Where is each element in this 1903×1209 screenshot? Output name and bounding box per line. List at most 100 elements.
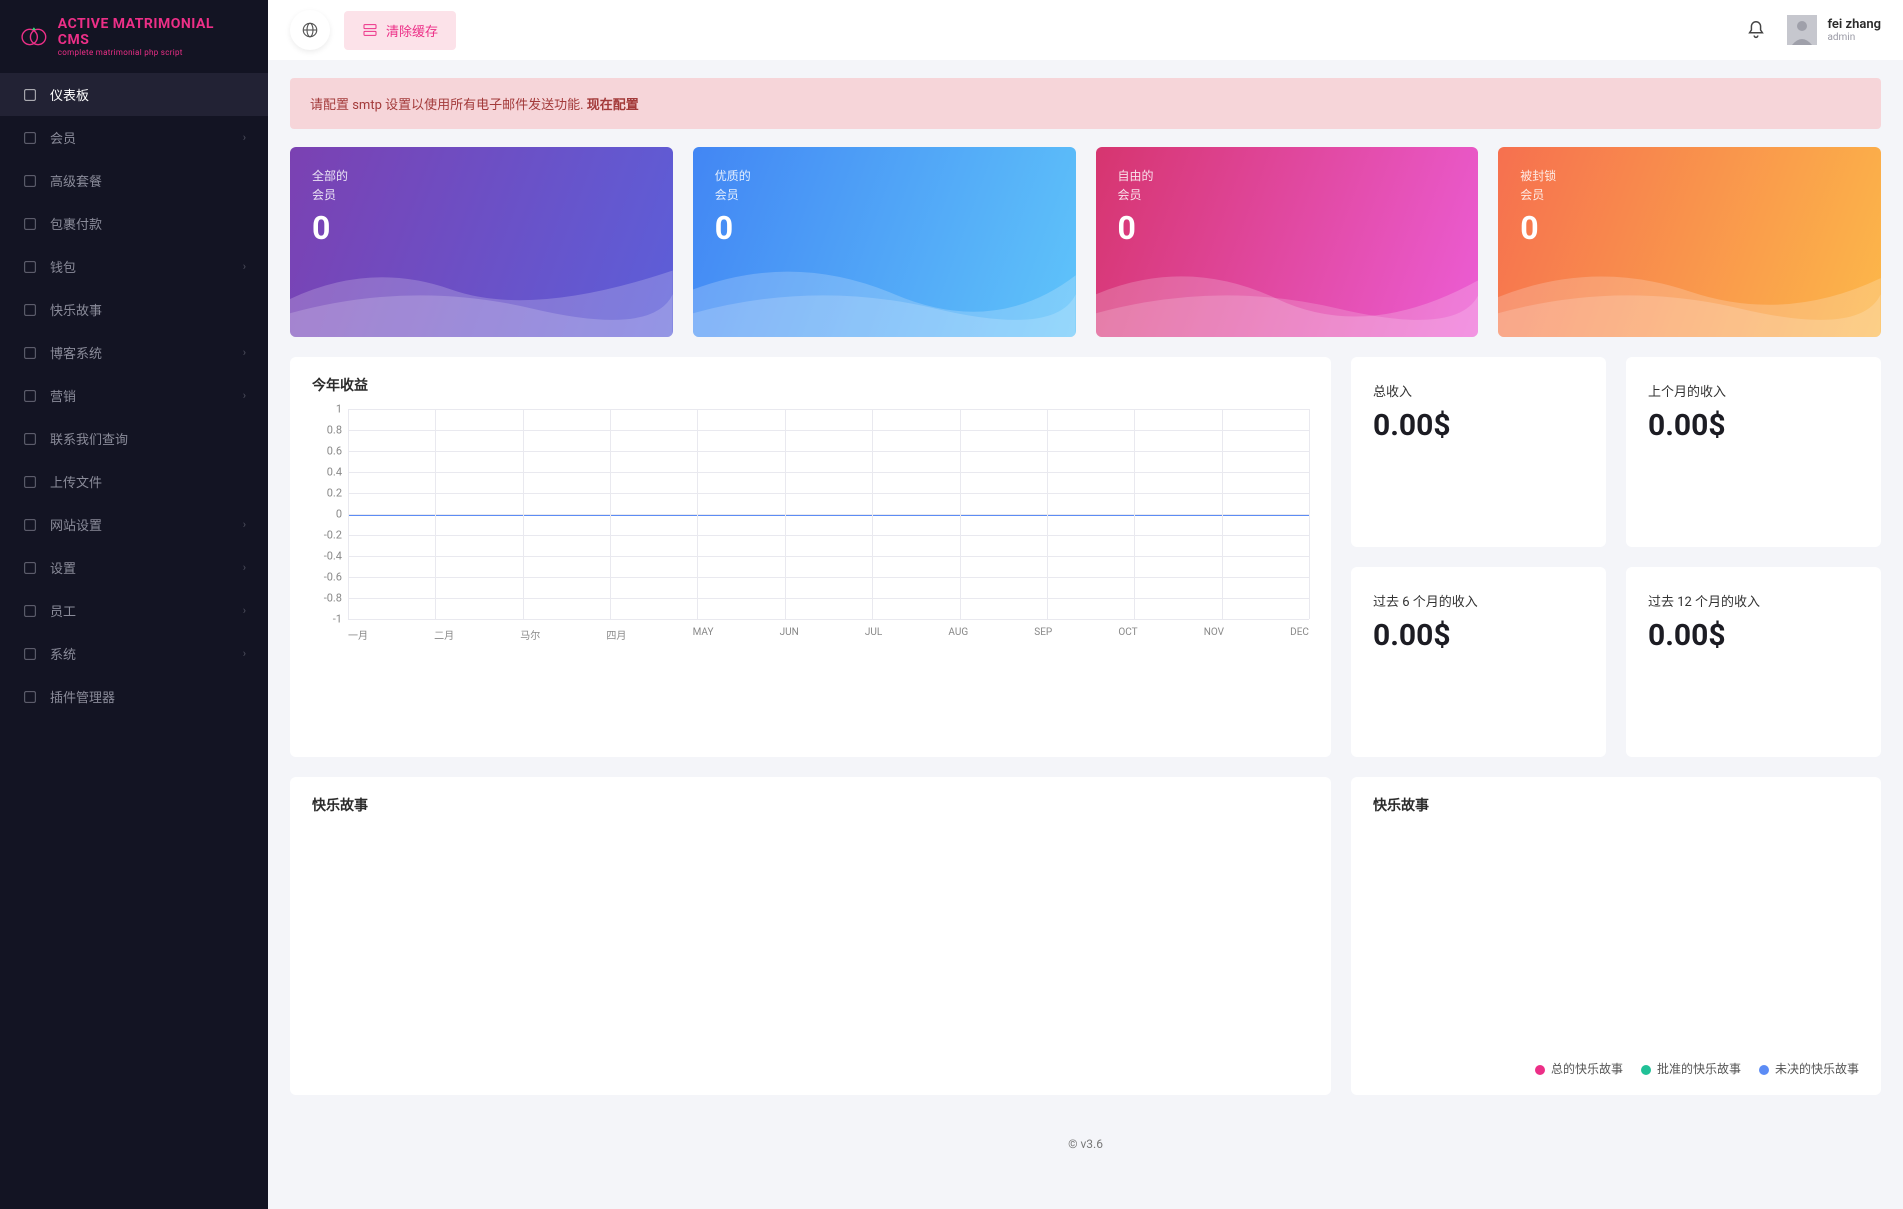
legend-item-0: 总的快乐故事 bbox=[1535, 1060, 1623, 1077]
sidebar-item-0[interactable]: 仪表板 bbox=[0, 73, 268, 116]
pie-panel-title: 快乐故事 bbox=[1373, 795, 1859, 815]
income-title: 总收入 bbox=[1373, 381, 1584, 400]
legend-dot bbox=[1535, 1065, 1545, 1075]
wave-decoration bbox=[1498, 242, 1881, 337]
sidebar-item-7[interactable]: 营销› bbox=[0, 374, 268, 417]
y-tick-label: -1 bbox=[312, 613, 342, 626]
user-name-label: fei zhang bbox=[1827, 17, 1881, 32]
user-menu[interactable]: fei zhang admin bbox=[1787, 15, 1881, 45]
stat-line1: 全部的 bbox=[312, 167, 651, 184]
sidebar-item-5[interactable]: 快乐故事 bbox=[0, 288, 268, 331]
income-panel-1: 上个月的收入0.00$ bbox=[1626, 357, 1881, 547]
x-tick-label: 四月 bbox=[606, 627, 626, 642]
plugin-icon bbox=[22, 689, 38, 705]
stat-card-1[interactable]: 优质的会员0 bbox=[693, 147, 1076, 337]
alert-configure-link[interactable]: 现在配置 bbox=[587, 98, 639, 113]
sidebar-item-12[interactable]: 员工 › bbox=[0, 589, 268, 632]
y-tick-label: 1 bbox=[312, 403, 342, 416]
income-stats-grid: 总收入0.00$上个月的收入0.00$过去 6 个月的收入0.00$过去 12 … bbox=[1351, 357, 1881, 757]
sidebar-item-9[interactable]: 上传文件 bbox=[0, 460, 268, 503]
sidebar-item-label: 上传文件 bbox=[50, 472, 246, 491]
sidebar-item-label: 设置 bbox=[50, 558, 231, 577]
y-tick-label: 0.8 bbox=[312, 424, 342, 437]
sidebar-item-label: 网站设置 bbox=[50, 515, 231, 534]
sidebar-item-label: 插件管理器 bbox=[50, 687, 246, 706]
sidebar-item-label: 员工 bbox=[50, 601, 231, 620]
stat-line2: 会员 bbox=[1118, 186, 1457, 203]
wave-decoration bbox=[693, 242, 1076, 337]
x-tick-label: JUN bbox=[780, 627, 799, 642]
income-panel-2: 过去 6 个月的收入0.00$ bbox=[1351, 567, 1606, 757]
sidebar-item-label: 包裹付款 bbox=[50, 214, 246, 233]
income-value: 0.00$ bbox=[1373, 618, 1584, 653]
income-panel-0: 总收入0.00$ bbox=[1351, 357, 1606, 547]
y-tick-label: 0.4 bbox=[312, 466, 342, 479]
sidebar-item-2[interactable]: 高级套餐 bbox=[0, 159, 268, 202]
clear-cache-button[interactable]: 清除缓存 bbox=[344, 11, 456, 50]
stat-line2: 会员 bbox=[715, 186, 1054, 203]
legend-item-2: 未决的快乐故事 bbox=[1759, 1060, 1859, 1077]
footer: © v3.6 bbox=[268, 1113, 1903, 1175]
brand[interactable]: ACTIVE MATRIMONIAL CMS complete matrimon… bbox=[0, 0, 268, 73]
alert-text: 请配置 smtp 设置以使用所有电子邮件发送功能. bbox=[310, 98, 587, 113]
brand-title: ACTIVE MATRIMONIAL CMS bbox=[58, 16, 248, 48]
pie-legend: 总的快乐故事批准的快乐故事未决的快乐故事 bbox=[1373, 1060, 1859, 1077]
stat-line2: 会员 bbox=[312, 186, 651, 203]
notifications-button[interactable] bbox=[1739, 13, 1773, 47]
chevron-right-icon: › bbox=[243, 346, 246, 359]
users-icon bbox=[22, 130, 38, 146]
smtp-alert: 请配置 smtp 设置以使用所有电子邮件发送功能. 现在配置 bbox=[290, 78, 1881, 129]
chevron-right-icon: › bbox=[243, 604, 246, 617]
x-tick-label: MAY bbox=[693, 627, 714, 642]
y-tick-label: 0.6 bbox=[312, 445, 342, 458]
wave-decoration bbox=[290, 242, 673, 337]
sidebar-item-label: 营销 bbox=[50, 386, 231, 405]
chevron-right-icon: › bbox=[243, 260, 246, 273]
language-button[interactable] bbox=[290, 10, 330, 50]
upload-icon bbox=[22, 474, 38, 490]
income-value: 0.00$ bbox=[1648, 408, 1859, 443]
sidebar-item-4[interactable]: 钱包› bbox=[0, 245, 268, 288]
earning-chart: 10.80.60.40.20-0.2-0.4-0.6-0.8-1 一月二月马尔四… bbox=[312, 409, 1309, 684]
stat-card-3[interactable]: 被封锁会员0 bbox=[1498, 147, 1881, 337]
x-tick-label: AUG bbox=[948, 627, 968, 642]
nav-list: 仪表板会员›高级套餐包裹付款钱包›快乐故事博客系统›营销›联系我们查询上传文件网… bbox=[0, 73, 268, 718]
x-tick-label: NOV bbox=[1204, 627, 1224, 642]
sidebar-item-label: 系统 bbox=[50, 644, 231, 663]
chevron-right-icon: › bbox=[243, 561, 246, 574]
x-tick-label: 马尔 bbox=[520, 627, 540, 642]
income-title: 过去 12 个月的收入 bbox=[1648, 591, 1859, 610]
sidebar-item-label: 会员 bbox=[50, 128, 231, 147]
topbar: 清除缓存 fei zhang admin bbox=[268, 0, 1903, 60]
income-value: 0.00$ bbox=[1648, 618, 1859, 653]
x-tick-label: 二月 bbox=[434, 627, 454, 642]
monitor-icon bbox=[22, 517, 38, 533]
sidebar-item-6[interactable]: 博客系统› bbox=[0, 331, 268, 374]
sidebar-item-8[interactable]: 联系我们查询 bbox=[0, 417, 268, 460]
sidebar-item-label: 联系我们查询 bbox=[50, 429, 246, 448]
sidebar-item-11[interactable]: 设置 › bbox=[0, 546, 268, 589]
sidebar-item-10[interactable]: 网站设置 › bbox=[0, 503, 268, 546]
chevron-right-icon: › bbox=[243, 518, 246, 531]
chevron-right-icon: › bbox=[243, 647, 246, 660]
gear-icon bbox=[22, 560, 38, 576]
sidebar-item-14[interactable]: 插件管理器 bbox=[0, 675, 268, 718]
stat-line1: 优质的 bbox=[715, 167, 1054, 184]
y-tick-label: 0 bbox=[312, 508, 342, 521]
home-icon bbox=[22, 87, 38, 103]
sidebar-item-3[interactable]: 包裹付款 bbox=[0, 202, 268, 245]
globe-icon bbox=[301, 21, 319, 39]
avatar bbox=[1787, 15, 1817, 45]
x-tick-label: 一月 bbox=[348, 627, 368, 642]
legend-dot bbox=[1641, 1065, 1651, 1075]
wave-decoration bbox=[1096, 242, 1479, 337]
x-tick-label: SEP bbox=[1034, 627, 1052, 642]
stat-card-2[interactable]: 自由的会员0 bbox=[1096, 147, 1479, 337]
stat-card-0[interactable]: 全部的会员0 bbox=[290, 147, 673, 337]
sidebar-item-13[interactable]: 系统 › bbox=[0, 632, 268, 675]
y-tick-label: -0.6 bbox=[312, 571, 342, 584]
system-icon bbox=[22, 646, 38, 662]
happy-story-panel: 快乐故事 bbox=[290, 777, 1331, 1095]
brand-subtitle: complete matrimonial php script bbox=[58, 48, 248, 57]
sidebar-item-1[interactable]: 会员› bbox=[0, 116, 268, 159]
